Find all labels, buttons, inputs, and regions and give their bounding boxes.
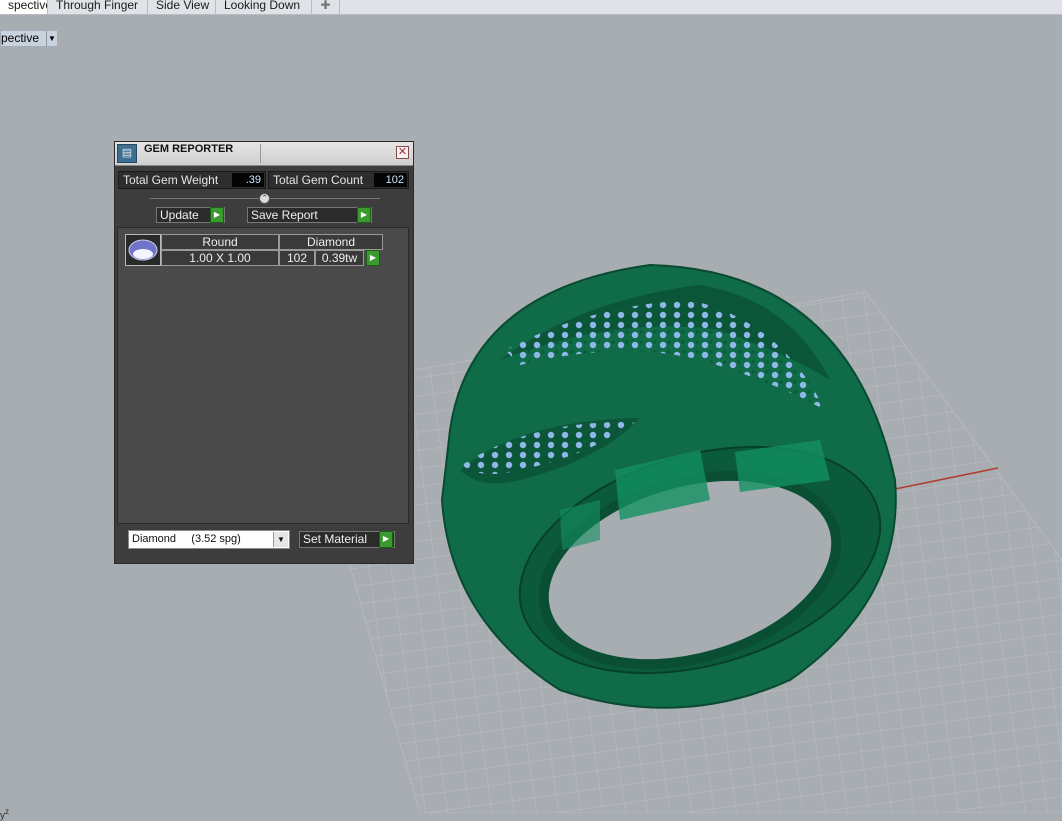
gem-size-cell: 1.00 X 1.00 bbox=[161, 250, 279, 266]
tab-looking-down[interactable]: Looking Down bbox=[216, 0, 312, 14]
gem-material-cell: Diamond bbox=[279, 234, 383, 250]
save-report-button[interactable]: Save Report ▶ bbox=[247, 207, 372, 223]
round-gem-icon bbox=[128, 239, 158, 261]
panel-title-bar[interactable]: ▤ GEM REPORTER ✕ bbox=[115, 142, 413, 166]
gem-thumbnail[interactable] bbox=[125, 234, 161, 266]
add-tab-button[interactable]: ✚ bbox=[312, 0, 340, 14]
play-icon: ▶ bbox=[210, 207, 224, 223]
panel-title: GEM REPORTER bbox=[144, 143, 234, 155]
gem-row-action-button[interactable]: ▶ bbox=[366, 250, 380, 266]
play-icon: ▶ bbox=[357, 207, 371, 223]
close-icon[interactable]: ✕ bbox=[396, 146, 409, 159]
viewport-title-label: pective bbox=[1, 31, 40, 45]
gem-list: Round Diamond 1.00 X 1.00 102 0.39tw ▶ bbox=[117, 227, 409, 524]
gem-reporter-panel: ▤ GEM REPORTER ✕ Total Gem Weight .39 To… bbox=[114, 141, 414, 564]
update-button[interactable]: Update ▶ bbox=[156, 207, 225, 223]
tab-perspective[interactable]: spective bbox=[0, 0, 48, 14]
material-bar: Diamond (3.52 spg) ▼ Set Material ▶ bbox=[115, 525, 413, 563]
gem-shape-cell: Round bbox=[161, 234, 279, 250]
collapse-icon[interactable]: ⌃ bbox=[259, 193, 270, 204]
update-button-label: Update bbox=[160, 208, 199, 222]
axis-indicator: yz bbox=[0, 806, 9, 821]
tab-label: spective bbox=[8, 0, 48, 12]
gem-count-cell: 102 bbox=[279, 250, 315, 266]
tab-label: Through Finger bbox=[56, 0, 139, 12]
total-gem-weight-label: Total Gem Weight bbox=[123, 173, 219, 187]
set-material-button-label: Set Material bbox=[303, 532, 368, 546]
play-icon: ▶ bbox=[379, 531, 393, 548]
axis-z-label: z bbox=[5, 806, 10, 816]
gem-weight-cell: 0.39tw bbox=[315, 250, 364, 266]
title-divider bbox=[260, 144, 261, 163]
save-report-button-label: Save Report bbox=[251, 208, 318, 222]
tab-side-view[interactable]: Side View bbox=[148, 0, 216, 14]
plus-icon: ✚ bbox=[320, 0, 331, 12]
set-material-button[interactable]: Set Material ▶ bbox=[299, 531, 395, 548]
material-select[interactable]: Diamond (3.52 spg) ▼ bbox=[128, 530, 290, 549]
gem-reporter-icon: ▤ bbox=[117, 144, 137, 163]
tab-through-finger[interactable]: Through Finger bbox=[48, 0, 148, 14]
tab-label: Side View bbox=[156, 0, 210, 12]
chevron-down-icon[interactable]: ▼ bbox=[46, 31, 57, 46]
total-gem-weight: Total Gem Weight .39 bbox=[118, 171, 266, 189]
viewport-title[interactable]: pective ▼ bbox=[0, 30, 58, 47]
total-gem-weight-value: .39 bbox=[232, 173, 264, 187]
tab-label: Looking Down bbox=[224, 0, 301, 12]
total-gem-count-label: Total Gem Count bbox=[273, 173, 364, 187]
chevron-down-icon[interactable]: ▼ bbox=[273, 532, 288, 547]
viewport-tab-bar: spective Through Finger Side View Lookin… bbox=[0, 0, 1062, 15]
total-gem-count-value: 102 bbox=[374, 173, 407, 187]
material-select-value: Diamond (3.52 spg) bbox=[132, 533, 241, 545]
total-gem-count: Total Gem Count 102 bbox=[268, 171, 409, 189]
